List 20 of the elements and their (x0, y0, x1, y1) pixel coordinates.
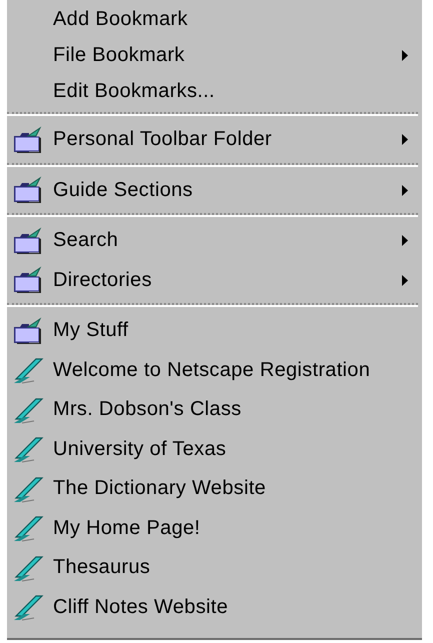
folder-icon (12, 316, 44, 345)
menu-item[interactable]: Cliff Notes Website (7, 588, 422, 627)
menu-item[interactable]: Edit Bookmarks... (7, 73, 422, 109)
menu-item[interactable]: Mrs. Dobson's Class (7, 390, 422, 430)
menu-item[interactable]: Add Bookmark (7, 1, 422, 37)
folder-icon (12, 226, 44, 255)
folder-icon (12, 126, 44, 154)
menu-item[interactable]: Search (7, 221, 422, 260)
menu-item[interactable]: Thesaurus (7, 548, 422, 588)
menu-item[interactable]: Directories (7, 260, 422, 300)
folder-icon (12, 176, 44, 204)
menu-item[interactable]: Personal Toolbar Folder (7, 120, 422, 160)
folder-icon (12, 266, 44, 294)
menu-item[interactable]: File Bookmark (7, 37, 422, 73)
menu-item[interactable]: Welcome to Netscape Registration (7, 350, 422, 390)
menu-item[interactable]: The Dictionary Website (7, 469, 422, 508)
menu-item[interactable]: My Stuff (7, 311, 422, 350)
menu-item[interactable]: Guide Sections (7, 170, 422, 210)
menu-item[interactable]: My Home Page! (7, 508, 422, 548)
menu-item[interactable]: University of Texas (7, 430, 422, 469)
